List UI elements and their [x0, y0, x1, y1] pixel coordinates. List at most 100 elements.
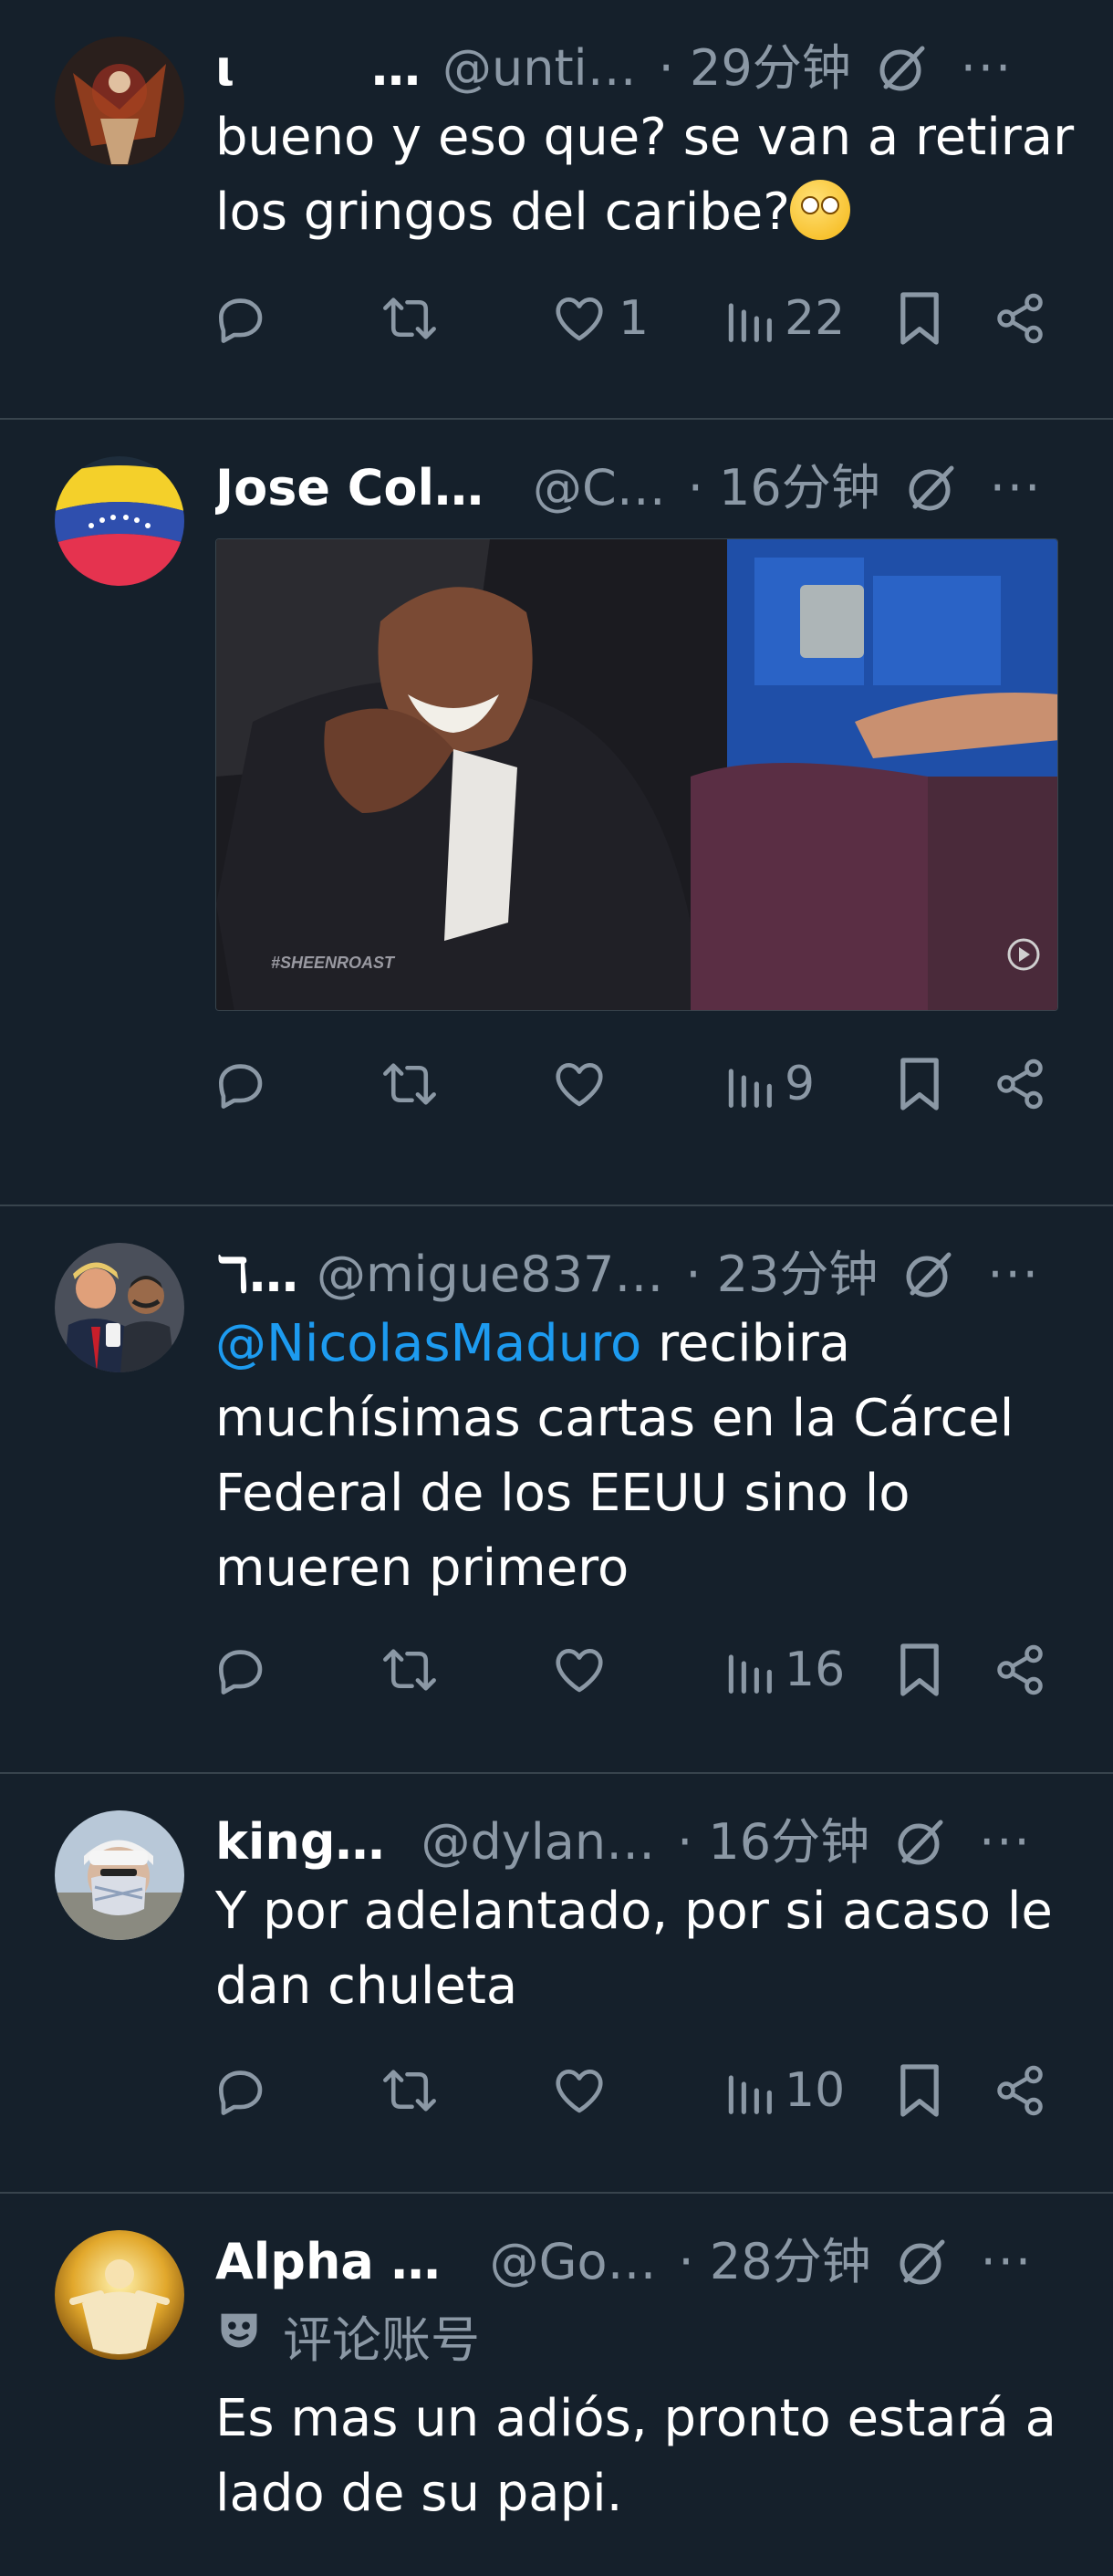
- action-bar: 1 22: [212, 250, 1086, 387]
- avatar[interactable]: [55, 1810, 184, 1940]
- bookmark-icon: [900, 292, 939, 345]
- repost-button[interactable]: [380, 1056, 440, 1112]
- avatar[interactable]: [55, 2230, 184, 2360]
- like-button[interactable]: [551, 1642, 619, 1698]
- bookmark-button[interactable]: [896, 1055, 943, 1113]
- action-bar: 16: [212, 1606, 1086, 1734]
- tweet-text: bueno y eso que? se van a retirar los gr…: [215, 108, 1075, 242]
- bookmark-icon: [900, 1643, 939, 1696]
- views-icon: [728, 1654, 772, 1694]
- avatar[interactable]: [55, 1243, 184, 1372]
- like-button[interactable]: [551, 1056, 619, 1112]
- tweet-media-gif[interactable]: #SHEENROAST: [215, 538, 1058, 1011]
- repost-icon: [383, 297, 436, 339]
- reply-icon: [219, 1064, 263, 1109]
- bookmark-icon: [900, 2064, 939, 2117]
- community-label: 评论账号: [283, 2310, 480, 2369]
- view-count: 10: [785, 2063, 846, 2118]
- like-icon: [556, 2070, 603, 2113]
- like-count: 1: [619, 291, 650, 346]
- repost-icon: [383, 1649, 436, 1691]
- display-name[interactable]: Jose Col…: [215, 456, 484, 520]
- timestamp[interactable]: · 16分钟: [688, 456, 880, 520]
- action-bar: 9: [212, 1011, 1086, 1157]
- share-button[interactable]: [993, 291, 1047, 346]
- avatar[interactable]: [55, 37, 184, 166]
- views-icon: [728, 303, 772, 342]
- views-icon: [728, 2075, 772, 2114]
- views-button[interactable]: 16: [723, 1643, 845, 1697]
- display-name[interactable]: ι…: [215, 37, 421, 100]
- media-watermark: #SHEENROAST: [271, 954, 396, 972]
- more-options-button[interactable]: ···: [990, 456, 1043, 520]
- reply-button[interactable]: [212, 1642, 268, 1698]
- bookmark-button[interactable]: [896, 1641, 943, 1699]
- share-icon: [997, 1059, 1043, 1110]
- reply-button[interactable]: [212, 1056, 268, 1112]
- like-icon: [556, 1063, 603, 1107]
- share-button[interactable]: [993, 1643, 1047, 1697]
- timestamp[interactable]: · 29分钟: [659, 37, 851, 100]
- tweet-text: Es mas un adiós, pronto estará a lado de…: [215, 2389, 1056, 2523]
- tweet[interactable]: Jose Col… @C… · 16分钟 ··· #SHEENROAST 9: [0, 420, 1113, 1206]
- timestamp[interactable]: · 23分钟: [685, 1243, 878, 1307]
- reply-icon: [219, 1650, 263, 1695]
- share-icon: [997, 293, 1043, 344]
- bookmark-button[interactable]: [896, 2061, 943, 2120]
- user-handle[interactable]: @C…: [533, 456, 666, 520]
- repost-button[interactable]: [380, 290, 440, 347]
- user-handle[interactable]: @Go…: [490, 2230, 657, 2294]
- tweet[interactable]: ℸ… @migue837… · 23分钟 ··· @NicolasMaduro …: [0, 1206, 1113, 1774]
- like-icon: [556, 1649, 603, 1693]
- tweet[interactable]: king… @dylan… · 16分钟 ··· Y por adelantad…: [0, 1774, 1113, 2194]
- timestamp[interactable]: · 16分钟: [677, 1810, 869, 1874]
- user-handle[interactable]: @unti…: [442, 37, 637, 100]
- avatar[interactable]: [55, 456, 184, 586]
- reply-button[interactable]: [212, 290, 268, 347]
- share-button[interactable]: [993, 1057, 1047, 1111]
- bookmark-icon: [900, 1058, 939, 1111]
- like-button[interactable]: [551, 2062, 619, 2119]
- reply-button[interactable]: [212, 2062, 268, 2119]
- reply-feed: ι… @unti… · 29分钟 ··· bueno y eso que? se…: [0, 0, 1113, 2576]
- display-name[interactable]: Alpha …: [215, 2230, 441, 2294]
- repost-icon: [383, 2070, 436, 2112]
- grok-icon[interactable]: [895, 1817, 946, 1868]
- user-handle[interactable]: @migue837…: [317, 1243, 663, 1307]
- mention-link[interactable]: @NicolasMaduro: [215, 1314, 641, 1373]
- rolling-eyes-emoji: [789, 180, 850, 240]
- share-icon: [997, 2065, 1043, 2116]
- grok-icon[interactable]: [877, 43, 928, 94]
- view-count: 22: [785, 291, 846, 346]
- more-options-button[interactable]: ···: [961, 37, 1014, 100]
- display-name[interactable]: ℸ…: [215, 1243, 298, 1307]
- community-note[interactable]: 评论账号: [215, 2294, 1086, 2376]
- more-options-button[interactable]: ···: [981, 2230, 1034, 2294]
- mask-icon: [215, 2306, 263, 2365]
- action-bar: 10: [212, 2024, 1086, 2157]
- share-button[interactable]: [993, 2063, 1047, 2118]
- bookmark-button[interactable]: [896, 289, 943, 348]
- repost-icon: [383, 1063, 436, 1105]
- more-options-button[interactable]: ···: [979, 1810, 1032, 1874]
- timestamp[interactable]: · 28分钟: [679, 2230, 871, 2294]
- grok-icon[interactable]: [903, 1249, 954, 1300]
- repost-button[interactable]: [380, 1642, 440, 1698]
- tweet[interactable]: Alpha … @Go… · 28分钟 ··· 评论账号 Es mas un a…: [0, 2194, 1113, 2576]
- like-icon: [556, 297, 603, 341]
- like-button[interactable]: 1: [551, 290, 649, 347]
- view-count: 16: [785, 1643, 846, 1697]
- views-button[interactable]: 22: [723, 291, 845, 346]
- repost-button[interactable]: [380, 2062, 440, 2119]
- views-button[interactable]: 10: [723, 2063, 845, 2118]
- user-handle[interactable]: @dylan…: [421, 1810, 656, 1874]
- views-icon: [728, 1069, 772, 1108]
- grok-icon[interactable]: [906, 463, 957, 514]
- display-name[interactable]: king…: [215, 1810, 385, 1874]
- tweet[interactable]: ι… @unti… · 29分钟 ··· bueno y eso que? se…: [0, 0, 1113, 420]
- views-button[interactable]: 9: [723, 1057, 815, 1111]
- tweet-text: Y por adelantado, por si acaso le dan ch…: [215, 1882, 1053, 2016]
- reply-icon: [219, 2070, 263, 2115]
- more-options-button[interactable]: ···: [987, 1243, 1040, 1307]
- grok-icon[interactable]: [897, 2237, 948, 2288]
